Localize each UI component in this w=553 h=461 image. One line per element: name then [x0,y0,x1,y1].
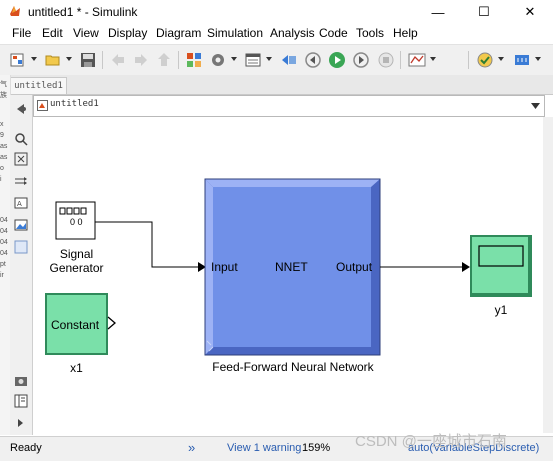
toolbar-separator [468,51,469,69]
check-dropdown-icon[interactable] [498,57,504,61]
scope-block-label: y1 [494,303,508,317]
menu-analysis[interactable]: Analysis [270,26,315,40]
library-browser-icon[interactable] [8,50,28,70]
model-icon [37,100,48,111]
arrowhead-icon [462,262,470,272]
screenshot-icon[interactable] [13,373,29,389]
title-bar: untitled1 * - Simulink — ☐ ✕ [0,0,553,24]
constant-value: Constant [51,318,100,332]
step-back-icon[interactable] [279,50,299,70]
model-canvas[interactable]: 0 0 Input NNET Output Constant Signal Ge… [33,117,543,433]
signal-generator-label-2: Generator [49,261,104,275]
build-icon[interactable] [512,50,532,70]
nnet-block-label: Feed-Forward Neural Network [212,360,374,374]
watermark: CSDN @一座城市石南 [355,433,507,450]
back-icon[interactable] [108,50,128,70]
nnet-title: NNET [275,260,308,274]
arrow-icon[interactable] [13,173,29,189]
library-dropdown-icon[interactable] [31,57,37,61]
build-dropdown-icon[interactable] [535,57,541,61]
scope-block[interactable] [470,235,532,297]
warning-link[interactable]: View 1 warning [227,442,301,454]
check-model-icon[interactable] [475,50,495,70]
nnet-input-port-label: Input [211,260,238,274]
explorer-dropdown-icon[interactable] [266,57,272,61]
config-dropdown-icon[interactable] [231,57,237,61]
constant-block[interactable]: Constant [45,293,116,355]
warning-expand-icon[interactable]: » [188,440,195,455]
zoom-icon[interactable] [13,131,29,147]
save-icon[interactable] [78,50,98,70]
open-model-icon[interactable] [43,50,63,70]
stop-icon[interactable] [376,50,396,70]
signal-generator-dots: 0 0 [70,217,83,227]
toolbar-separator [102,51,103,69]
model-browser-icon[interactable] [13,393,29,409]
model-explorer-icon[interactable] [243,50,263,70]
open-dropdown-icon[interactable] [66,57,72,61]
scope-icon[interactable] [407,50,427,70]
window-title: untitled1 * - Simulink [28,5,138,19]
zoom-level: 159% [302,442,331,454]
menu-code[interactable]: Code [319,26,348,40]
status-ready: Ready [10,442,42,454]
collapse-icon[interactable] [13,415,29,431]
maximize-button[interactable]: ☐ [461,0,507,24]
menu-help[interactable]: Help [393,26,418,40]
model-config-icon[interactable] [208,50,228,70]
close-button[interactable]: ✕ [507,0,553,24]
menu-bar: File Edit View Display Diagram Simulatio… [0,24,553,44]
nnet-output-port-label: Output [336,260,373,274]
menu-simulation[interactable]: Simulation [207,26,263,40]
menu-file[interactable]: File [12,26,31,40]
menu-view[interactable]: View [73,26,99,40]
constant-block-label: x1 [70,361,83,375]
breadcrumb[interactable]: untitled1 [33,95,545,117]
chevron-down-icon[interactable] [531,103,540,109]
area-icon[interactable] [13,239,29,255]
nnet-block[interactable]: Input NNET Output [204,178,381,356]
output-port-icon [107,316,116,330]
forward-icon[interactable] [131,50,151,70]
menu-display[interactable]: Display [108,26,147,40]
step-forward-icon[interactable] [351,50,371,70]
menu-diagram[interactable]: Diagram [156,26,201,40]
scope-dropdown-icon[interactable] [430,57,436,61]
minimize-button[interactable]: — [415,0,461,24]
tab-untitled1[interactable]: untitled1 [10,77,67,94]
svg-text:A: A [17,200,22,208]
run-icon[interactable] [327,50,347,70]
library-icon[interactable] [184,50,204,70]
toolbar [0,44,553,76]
diagram-svg: 0 0 Input NNET Output Constant [45,178,532,356]
fit-to-view-icon[interactable] [13,151,29,167]
model-tab-strip: untitled1 [0,75,553,95]
toolbar-separator [178,51,179,69]
vertical-scrollbar[interactable] [543,117,553,433]
menu-tools[interactable]: Tools [356,26,384,40]
menu-edit[interactable]: Edit [42,26,63,40]
signal-generator-block[interactable]: 0 0 [55,201,96,240]
up-icon[interactable] [154,50,174,70]
image-icon[interactable] [13,217,29,233]
breadcrumb-path: untitled1 [50,99,99,109]
toolbar-separator [400,51,401,69]
simulink-app-icon [10,6,20,16]
editor-palette: A [10,95,33,435]
annotation-icon[interactable]: A [13,195,29,211]
step-back-2-icon[interactable] [303,50,323,70]
hide-browser-icon[interactable] [13,101,29,117]
signal-generator-label-1: Signal [59,247,94,261]
